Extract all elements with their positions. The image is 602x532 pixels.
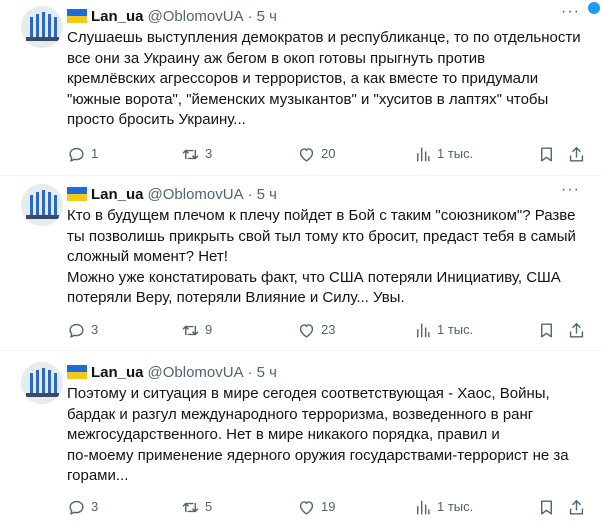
author-name[interactable]: Lan_ua xyxy=(91,364,144,381)
share-button[interactable] xyxy=(567,497,591,517)
separator-dot: · xyxy=(247,7,253,25)
text-line: Слушаешь выступления демократов и респуб… xyxy=(67,29,581,46)
bookmark-icon xyxy=(541,499,552,515)
text-line: потеряли Веру, потеряли Влияние и Силу..… xyxy=(67,289,405,307)
tweet-text: Слушаешь выступления демократов и респуб… xyxy=(67,28,587,131)
reply-button[interactable]: 3 xyxy=(67,320,98,340)
avatar[interactable] xyxy=(21,6,63,48)
bookmark-icon xyxy=(541,146,552,162)
bookmark-button[interactable] xyxy=(537,497,561,517)
action-bar: 1 3 20 1 тыс. xyxy=(67,144,597,164)
avatar[interactable] xyxy=(21,362,63,404)
heart-icon xyxy=(299,147,314,162)
share-icon xyxy=(569,499,584,515)
text-line: "южные ворота", "йеменских музыкантов" и… xyxy=(67,90,549,108)
author-handle[interactable]: @OblomovUA xyxy=(148,364,244,381)
action-bar: 3 5 19 1 тыс. xyxy=(67,497,597,517)
reply-count: 1 xyxy=(91,146,99,161)
views-count: 1 тыс. xyxy=(437,322,474,337)
views-button[interactable]: 1 тыс. xyxy=(413,144,473,164)
tweet-text: Поэтому и ситуация в мире сегодея соотве… xyxy=(67,384,587,487)
more-options-icon[interactable]: ··· xyxy=(561,182,579,202)
share-icon xyxy=(569,322,584,338)
separator-dot: · xyxy=(247,185,253,203)
reply-count: 3 xyxy=(91,322,99,337)
heart-icon xyxy=(299,500,314,515)
share-icon xyxy=(569,146,584,162)
tweet-header: Lan_ua @OblomovUA · 5 ч xyxy=(67,7,277,25)
like-count: 20 xyxy=(321,146,336,161)
reply-icon xyxy=(69,147,84,162)
ukraine-flag-icon xyxy=(67,9,87,23)
heart-icon xyxy=(299,323,314,338)
ukraine-flag-icon xyxy=(67,187,87,201)
text-line: по-моему применение ядерного оружия госу… xyxy=(67,446,569,464)
like-button[interactable]: 20 xyxy=(297,144,335,164)
bookmark-icon xyxy=(541,322,552,338)
reply-button[interactable]: 3 xyxy=(67,497,98,517)
avatar[interactable] xyxy=(21,184,63,226)
more-options-icon[interactable]: ··· xyxy=(561,4,579,24)
views-chart-icon xyxy=(417,499,430,515)
author-name[interactable]: Lan_ua xyxy=(91,186,144,203)
views-button[interactable]: 1 тыс. xyxy=(413,497,473,517)
share-button[interactable] xyxy=(567,320,591,340)
text-line: Кто в будущем плечом к плечу пойдет в Бо… xyxy=(67,207,576,224)
views-count: 1 тыс. xyxy=(437,146,474,161)
ukraine-flag-icon xyxy=(67,365,87,379)
reply-icon xyxy=(69,323,84,338)
tweet-header: Lan_ua @OblomovUA · 5 ч xyxy=(67,363,277,381)
views-count: 1 тыс. xyxy=(437,499,474,514)
tweet-1[interactable]: Lan_ua @OblomovUA · 5 ч ··· Слушаешь выс… xyxy=(0,4,602,170)
text-line: Поэтому и ситуация в мире сегодея соотве… xyxy=(67,385,550,402)
views-chart-icon xyxy=(417,322,430,338)
author-handle[interactable]: @OblomovUA xyxy=(148,186,244,203)
retweet-button[interactable]: 5 xyxy=(181,497,212,517)
like-count: 23 xyxy=(321,322,336,337)
text-line: горами... xyxy=(67,467,129,485)
retweet-count: 5 xyxy=(205,499,213,514)
tweet-3[interactable]: Lan_ua @OblomovUA · 5 ч Поэтому и ситуац… xyxy=(0,362,602,528)
divider xyxy=(0,350,602,351)
tweet-2[interactable]: Lan_ua @OblomovUA · 5 ч ··· Кто в будуще… xyxy=(0,182,602,348)
tweet-text: Кто в будущем плечом к плечу пойдет в Бо… xyxy=(67,206,587,309)
text-line: все они за Украину аж бегом в окоп готов… xyxy=(67,49,486,67)
retweet-count: 9 xyxy=(205,322,213,337)
retweet-count: 3 xyxy=(205,146,213,161)
reply-icon xyxy=(69,500,84,515)
text-line: сложный момент? Нет! xyxy=(67,248,228,266)
text-line: Можно уже констатировать факт, что США п… xyxy=(67,268,561,286)
author-name[interactable]: Lan_ua xyxy=(91,8,144,25)
retweet-button[interactable]: 9 xyxy=(181,320,212,340)
like-button[interactable]: 23 xyxy=(297,320,335,340)
reply-count: 3 xyxy=(91,499,99,514)
share-button[interactable] xyxy=(567,144,591,164)
action-bar: 3 9 23 1 тыс. xyxy=(67,320,597,340)
timestamp[interactable]: 5 ч xyxy=(257,186,277,203)
text-line: межгосударственного. Нет в мире никакого… xyxy=(67,426,500,444)
author-handle[interactable]: @OblomovUA xyxy=(148,8,244,25)
separator-dot: · xyxy=(247,363,253,381)
views-chart-icon xyxy=(417,146,430,162)
bookmark-button[interactable] xyxy=(537,144,561,164)
like-count: 19 xyxy=(321,499,336,514)
text-line: ты позволишь прикрыть свой тыл тому кто … xyxy=(67,227,576,245)
tweet-header: Lan_ua @OblomovUA · 5 ч xyxy=(67,185,277,203)
views-button[interactable]: 1 тыс. xyxy=(413,320,473,340)
like-button[interactable]: 19 xyxy=(297,497,335,517)
reply-button[interactable]: 1 xyxy=(67,144,98,164)
text-line: просто бросить Украину... xyxy=(67,111,246,129)
text-line: бардак и разгул международного терроризм… xyxy=(67,405,534,423)
timestamp[interactable]: 5 ч xyxy=(257,364,277,381)
bookmark-button[interactable] xyxy=(537,320,561,340)
retweet-icon xyxy=(182,149,199,159)
text-line: кремлёвских агрессоров и террористов, а … xyxy=(67,70,539,88)
timestamp[interactable]: 5 ч xyxy=(257,8,277,25)
retweet-icon xyxy=(182,325,199,335)
retweet-icon xyxy=(182,502,199,512)
divider xyxy=(0,175,602,176)
retweet-button[interactable]: 3 xyxy=(181,144,212,164)
